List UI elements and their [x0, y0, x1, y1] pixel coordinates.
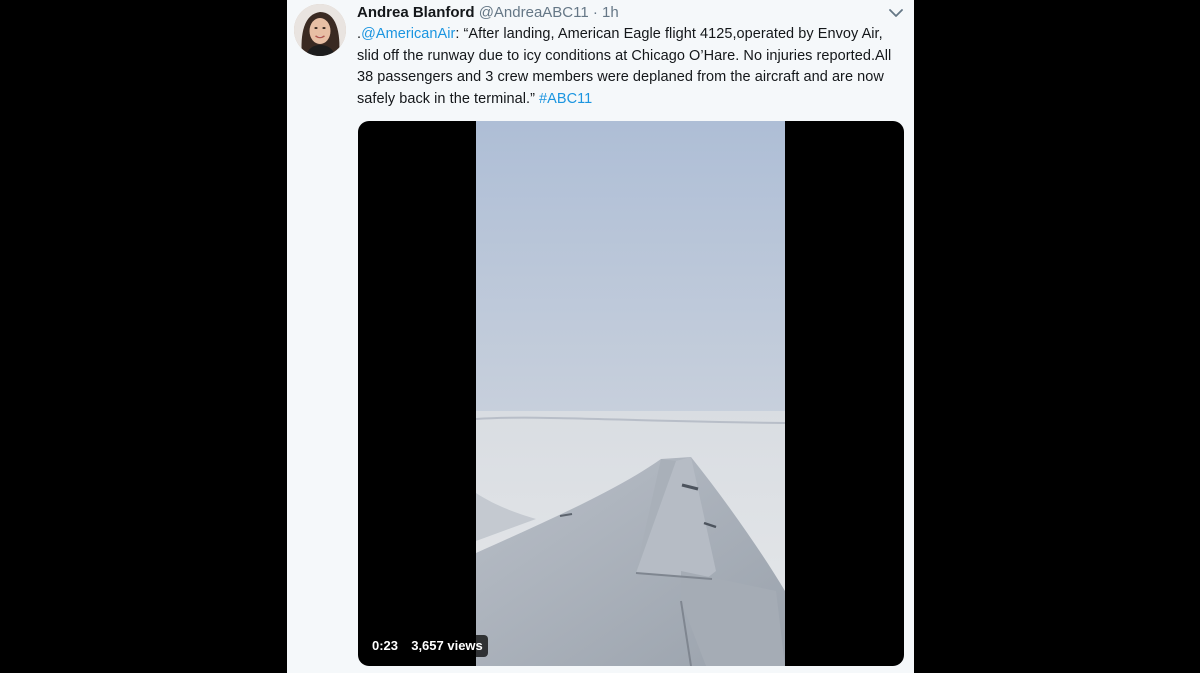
- avatar[interactable]: [294, 4, 346, 56]
- video-still-image: [476, 121, 785, 666]
- tweet-card[interactable]: Andrea Blanford @AndreaABC11 · 1h .@Amer…: [287, 0, 914, 673]
- hashtag-link[interactable]: #ABC11: [539, 91, 592, 107]
- author-handle[interactable]: @AndreaABC11: [479, 4, 589, 21]
- video-duration: 0:23: [367, 635, 403, 657]
- video-frame[interactable]: [476, 121, 785, 666]
- author-name[interactable]: Andrea Blanford: [357, 4, 475, 21]
- screen: Andrea Blanford @AndreaABC11 · 1h .@Amer…: [0, 0, 1200, 673]
- view-count: 3,657 views: [406, 635, 488, 657]
- separator-dot: ·: [592, 4, 598, 21]
- tweet-container: Andrea Blanford @AndreaABC11 · 1h .@Amer…: [287, 0, 914, 673]
- chevron-down-icon[interactable]: [887, 6, 905, 20]
- timestamp[interactable]: 1h: [602, 4, 619, 21]
- tweet-header: Andrea Blanford @AndreaABC11 · 1h: [357, 4, 619, 22]
- tweet-text: .@AmericanAir: “After landing, American …: [357, 24, 902, 110]
- mention-link[interactable]: @AmericanAir: [361, 26, 455, 42]
- video-player[interactable]: 0:23 3,657 views: [358, 121, 904, 666]
- avatar-image: [294, 4, 346, 56]
